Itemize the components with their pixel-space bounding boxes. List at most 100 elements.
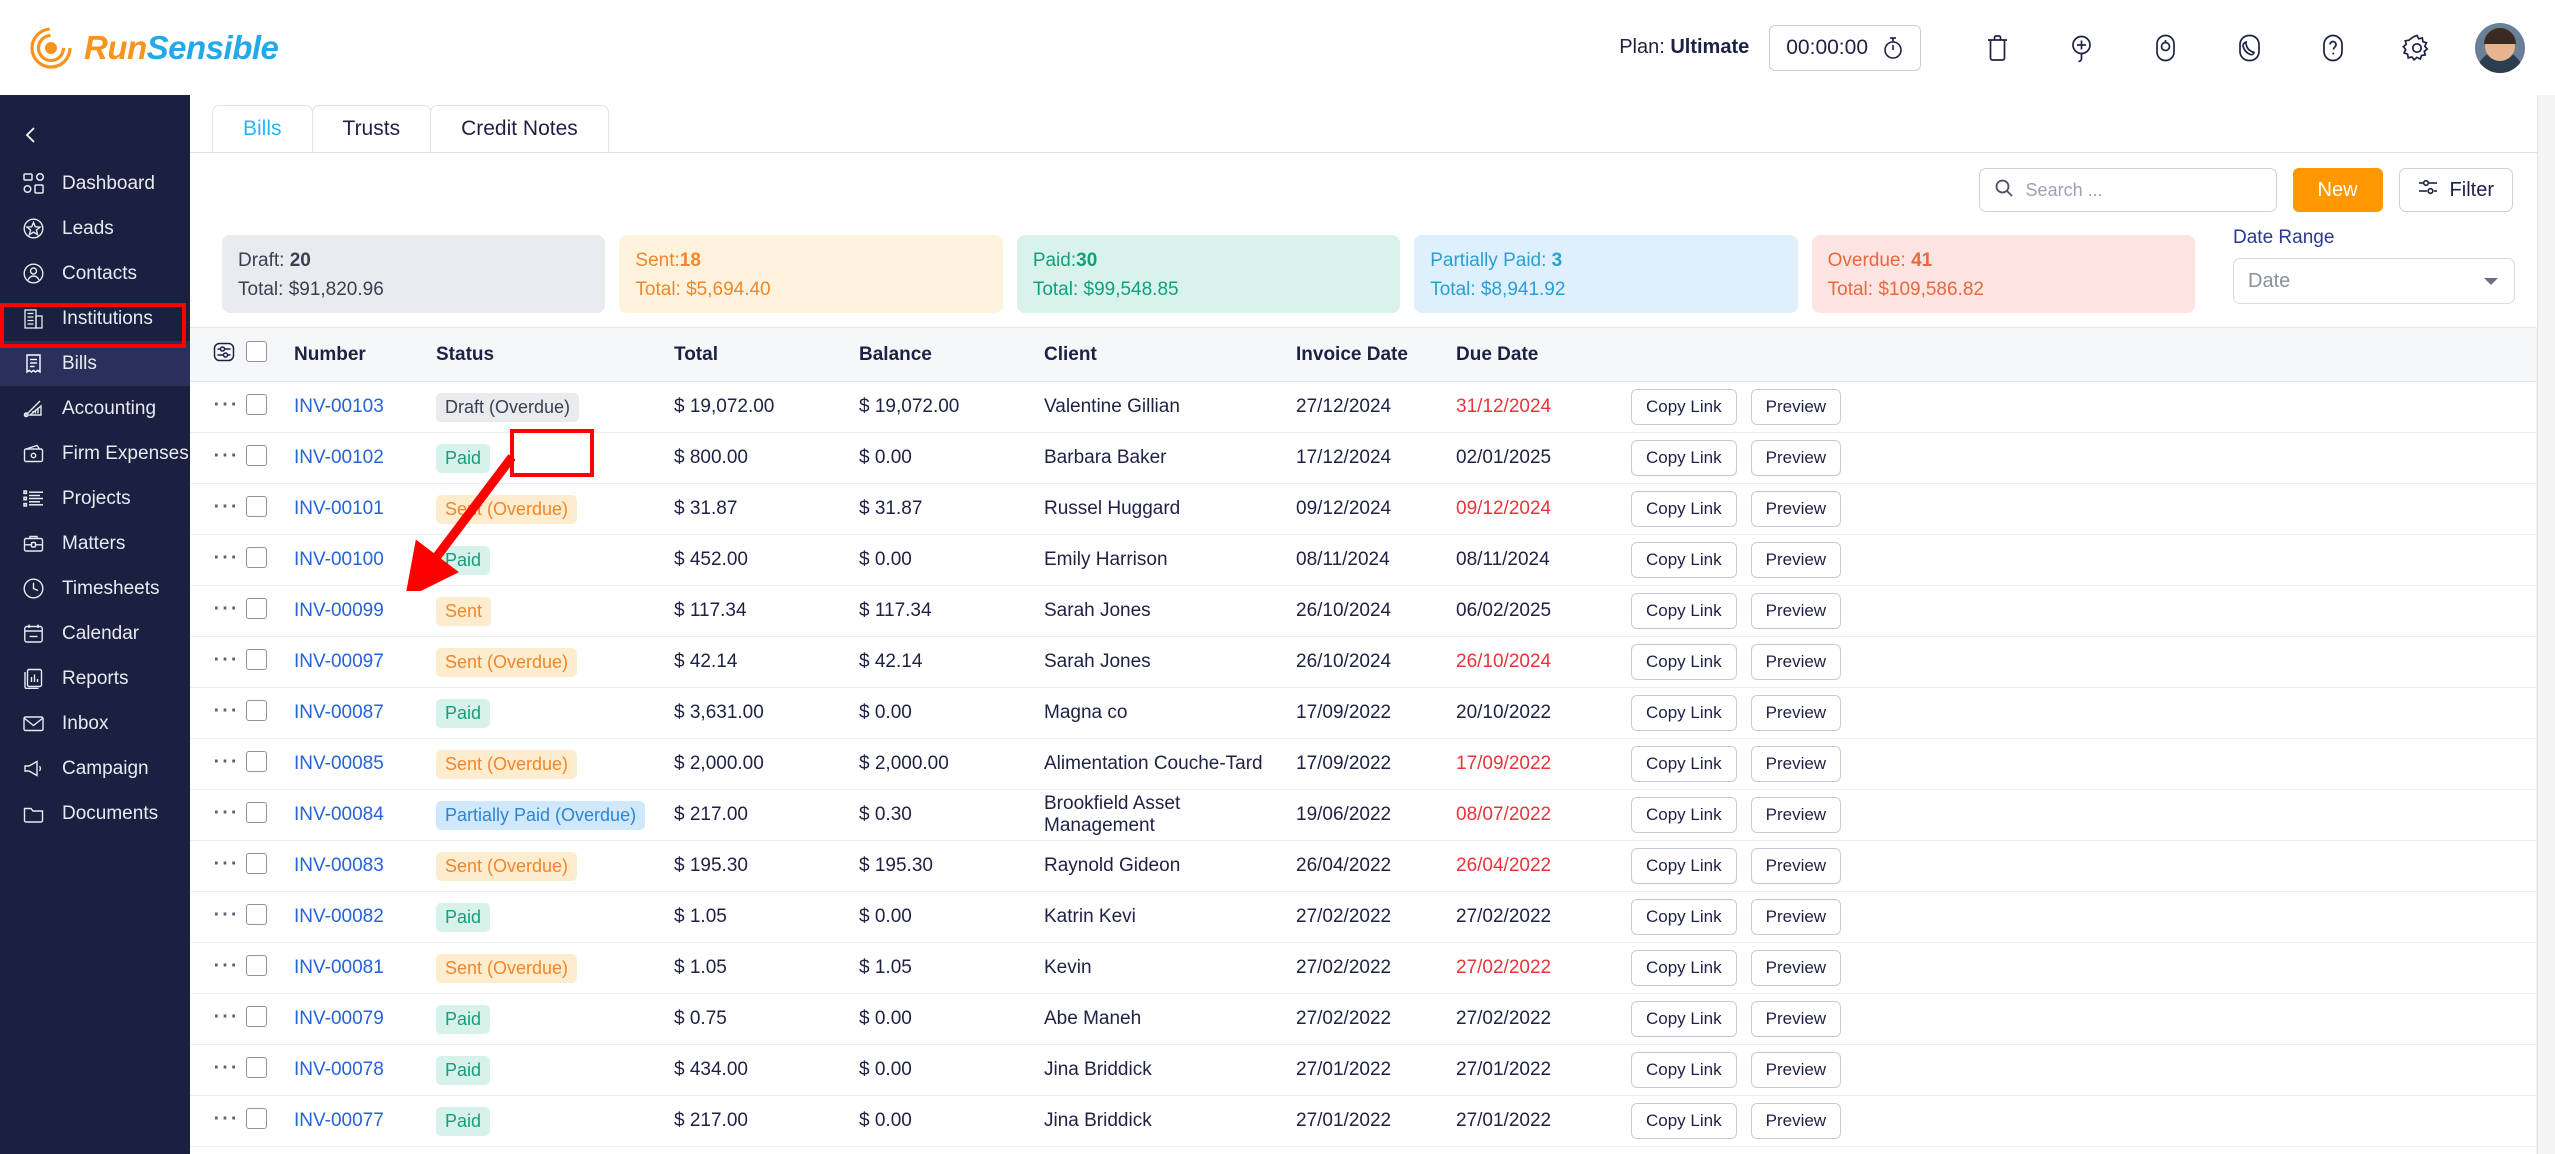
- copy-link-button[interactable]: Copy Link: [1631, 848, 1737, 884]
- invoice-link[interactable]: INV-00077: [294, 1110, 384, 1131]
- help-icon[interactable]: [2309, 24, 2357, 72]
- select-all-checkbox[interactable]: [246, 341, 267, 362]
- table-header-client[interactable]: Client: [1044, 327, 1296, 382]
- copy-link-button[interactable]: Copy Link: [1631, 491, 1737, 527]
- preview-button[interactable]: Preview: [1750, 899, 1842, 935]
- row-menu-icon[interactable]: ⋯: [212, 1002, 240, 1028]
- row-checkbox[interactable]: [246, 750, 267, 772]
- table-row[interactable]: ⋯ INV-00097 Sent (Overdue) $ 42.14 $ 42.14 Sa…: [190, 636, 2555, 688]
- row-menu-icon[interactable]: ⋯: [212, 594, 240, 620]
- row-menu-icon[interactable]: ⋯: [212, 900, 240, 926]
- row-checkbox[interactable]: [246, 597, 267, 619]
- table-row[interactable]: ⋯ INV-00085 Sent (Overdue) $ 2,000.00 $ 2,00…: [190, 738, 2555, 790]
- sidebar-item-contacts[interactable]: Contacts: [0, 251, 190, 296]
- sidebar-item-dashboard[interactable]: Dashboard: [0, 161, 190, 206]
- row-menu-icon[interactable]: ⋯: [212, 1104, 240, 1130]
- copy-link-button[interactable]: Copy Link: [1631, 899, 1737, 935]
- sidebar-item-reports[interactable]: Reports: [0, 656, 190, 701]
- sidebar-item-bills[interactable]: Bills: [0, 341, 190, 386]
- preview-button[interactable]: Preview: [1750, 797, 1842, 833]
- copy-link-button[interactable]: Copy Link: [1631, 389, 1737, 425]
- column-settings-icon[interactable]: [212, 342, 236, 369]
- row-checkbox[interactable]: [246, 852, 267, 874]
- copy-link-button[interactable]: Copy Link: [1631, 593, 1737, 629]
- page-scrollbar[interactable]: [2537, 0, 2555, 1154]
- copy-link-button[interactable]: Copy Link: [1631, 1103, 1737, 1139]
- preview-button[interactable]: Preview: [1750, 440, 1842, 476]
- copy-link-button[interactable]: Copy Link: [1631, 542, 1737, 578]
- filter-button[interactable]: Filter: [2398, 168, 2513, 212]
- row-menu-icon[interactable]: ⋯: [212, 798, 240, 824]
- table-header-number[interactable]: Number: [294, 327, 436, 382]
- sidebar-item-campaign[interactable]: Campaign: [0, 746, 190, 791]
- invoice-link[interactable]: INV-00103: [294, 396, 384, 417]
- user-avatar[interactable]: [2475, 22, 2525, 73]
- invoice-link[interactable]: INV-00097: [294, 651, 384, 672]
- copy-link-button[interactable]: Copy Link: [1631, 695, 1737, 731]
- search-input[interactable]: [2025, 179, 2262, 201]
- table-header-balance[interactable]: Balance: [859, 327, 1044, 382]
- app-logo[interactable]: RunSensible: [30, 26, 279, 69]
- add-circle-icon[interactable]: [2057, 24, 2105, 72]
- stopwatch-icon[interactable]: [1882, 36, 1904, 60]
- row-checkbox[interactable]: [246, 648, 267, 670]
- row-checkbox[interactable]: [246, 393, 267, 415]
- invoice-link[interactable]: INV-00101: [294, 498, 384, 519]
- row-checkbox[interactable]: [246, 495, 267, 517]
- copy-link-button[interactable]: Copy Link: [1631, 440, 1737, 476]
- preview-button[interactable]: Preview: [1750, 1103, 1842, 1139]
- table-header-invoice-date[interactable]: Invoice Date: [1296, 327, 1456, 382]
- preview-button[interactable]: Preview: [1750, 491, 1842, 527]
- row-menu-icon[interactable]: ⋯: [212, 951, 240, 977]
- row-checkbox[interactable]: [246, 699, 267, 721]
- preview-button[interactable]: Preview: [1750, 848, 1842, 884]
- preview-button[interactable]: Preview: [1750, 389, 1842, 425]
- preview-button[interactable]: Preview: [1750, 950, 1842, 986]
- bell-icon[interactable]: [2141, 24, 2189, 72]
- copy-link-button[interactable]: Copy Link: [1631, 746, 1737, 782]
- row-menu-icon[interactable]: ⋯: [212, 492, 240, 518]
- sidebar-item-matters[interactable]: Matters: [0, 521, 190, 566]
- table-row[interactable]: ⋯ INV-00101 Sent (Overdue) $ 31.87 $ 31.87 Ru…: [190, 483, 2555, 535]
- timer-widget[interactable]: 00:00:00: [1769, 24, 1921, 71]
- table-row[interactable]: ⋯ INV-00087 Paid $ 3,631.00 $ 0.00 Magna co 17…: [190, 687, 2555, 739]
- row-checkbox[interactable]: [246, 444, 267, 466]
- table-row[interactable]: ⋯ INV-00083 Sent (Overdue) $ 195.30 $ 195.30…: [190, 840, 2555, 892]
- row-checkbox[interactable]: [246, 546, 267, 568]
- invoice-link[interactable]: INV-00079: [294, 1008, 384, 1029]
- invoice-link[interactable]: INV-00102: [294, 447, 384, 468]
- table-row[interactable]: ⋯ INV-00079 Paid $ 0.75 $ 0.00 Abe Maneh 27/02…: [190, 993, 2555, 1045]
- sidebar-collapse-button[interactable]: [0, 109, 190, 161]
- row-menu-icon[interactable]: ⋯: [212, 696, 240, 722]
- preview-button[interactable]: Preview: [1750, 1052, 1842, 1088]
- invoice-link[interactable]: INV-00081: [294, 957, 384, 978]
- row-menu-icon[interactable]: ⋯: [212, 849, 240, 875]
- preview-button[interactable]: Preview: [1750, 695, 1842, 731]
- date-range-select[interactable]: Date: [2233, 258, 2515, 304]
- gear-icon[interactable]: [2393, 24, 2441, 72]
- table-row[interactable]: ⋯ INV-00102 Paid $ 800.00 $ 0.00 Barbara Bake…: [190, 432, 2555, 484]
- tab-trusts[interactable]: Trusts: [311, 105, 432, 152]
- copy-link-button[interactable]: Copy Link: [1631, 950, 1737, 986]
- table-row[interactable]: ⋯ INV-00084 Partially Paid (Overdue) $ 217.…: [190, 789, 2555, 841]
- row-checkbox[interactable]: [246, 801, 267, 823]
- sidebar-item-leads[interactable]: Leads: [0, 206, 190, 251]
- search-box[interactable]: [1978, 168, 2277, 212]
- table-header-due-date[interactable]: Due Date: [1456, 327, 1631, 382]
- row-checkbox[interactable]: [246, 954, 267, 976]
- table-row[interactable]: ⋯ INV-00077 Paid $ 217.00 $ 0.00 Jina Briddic…: [190, 1095, 2555, 1147]
- table-row[interactable]: ⋯ INV-00081 Sent (Overdue) $ 1.05 $ 1.05 Kevi…: [190, 942, 2555, 994]
- row-menu-icon[interactable]: ⋯: [212, 543, 240, 569]
- new-button[interactable]: New: [2292, 168, 2383, 212]
- invoice-link[interactable]: INV-00078: [294, 1059, 384, 1080]
- row-menu-icon[interactable]: ⋯: [212, 747, 240, 773]
- invoice-link[interactable]: INV-00085: [294, 753, 384, 774]
- table-header-status[interactable]: Status: [436, 327, 674, 382]
- sidebar-item-documents[interactable]: Documents: [0, 791, 190, 836]
- row-menu-icon[interactable]: ⋯: [212, 645, 240, 671]
- row-menu-icon[interactable]: ⋯: [212, 390, 240, 416]
- copy-link-button[interactable]: Copy Link: [1631, 644, 1737, 680]
- table-row[interactable]: ⋯ INV-00099 Sent $ 117.34 $ 117.34 Sarah Jone…: [190, 585, 2555, 637]
- preview-button[interactable]: Preview: [1750, 644, 1842, 680]
- table-header-total[interactable]: Total: [674, 327, 859, 382]
